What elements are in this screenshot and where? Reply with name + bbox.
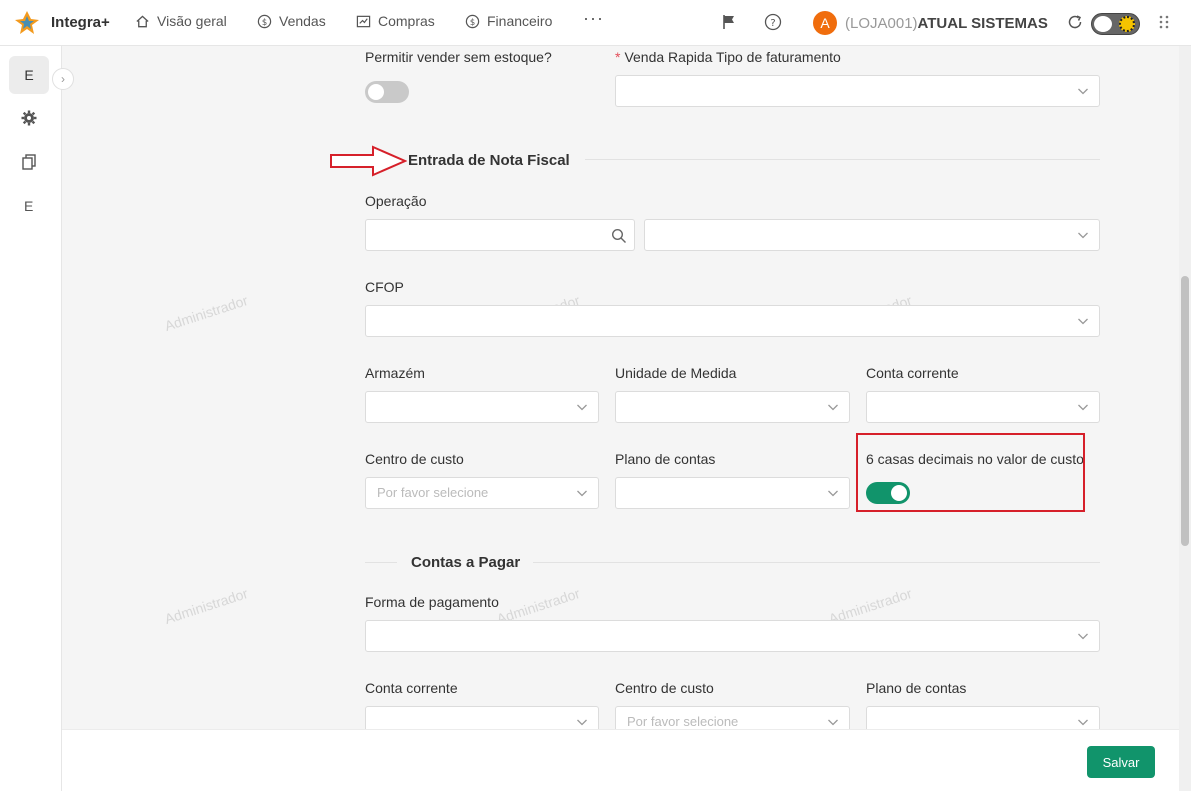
- chevron-down-icon: [577, 490, 587, 497]
- chart-icon: [356, 15, 371, 27]
- operation-label: Operação: [365, 193, 427, 209]
- watermark: Administrador: [162, 585, 250, 627]
- store-code: (LOJA001): [845, 15, 918, 32]
- chevron-down-icon: [1078, 633, 1088, 640]
- gear-icon[interactable]: [20, 109, 38, 127]
- cfop-select[interactable]: [365, 305, 1100, 337]
- cost-center-placeholder: Por favor selecione: [377, 485, 489, 500]
- red-arrow-annotation: [330, 145, 407, 177]
- refresh-icon[interactable]: [1066, 13, 1084, 31]
- chevron-down-icon: [1078, 318, 1088, 325]
- payment-method-select[interactable]: [365, 620, 1100, 652]
- cost-center-select[interactable]: Por favor selecione: [365, 477, 599, 509]
- search-icon: [611, 228, 626, 243]
- red-highlight-annotation: [856, 433, 1085, 512]
- chevron-down-icon: [577, 719, 587, 726]
- home-icon: [136, 14, 149, 27]
- section-divider: [365, 562, 397, 563]
- store-name: ATUAL SISTEMAS: [917, 15, 1048, 32]
- footer-bar: [62, 729, 1179, 791]
- payables-cost-center-label: Centro de custo: [615, 680, 714, 696]
- chevron-down-icon: [1078, 719, 1088, 726]
- current-account-label: Conta corrente: [866, 365, 959, 381]
- sell-without-stock-toggle[interactable]: [365, 81, 409, 103]
- operation-input[interactable]: [365, 219, 604, 251]
- chart-of-accounts-select[interactable]: [615, 477, 850, 509]
- sell-without-stock-label: Permitir vender sem estoque?: [365, 49, 552, 65]
- section-divider: [533, 562, 1100, 563]
- more-menu-icon[interactable]: ···: [583, 8, 604, 29]
- unit-label: Unidade de Medida: [615, 365, 737, 381]
- svg-text:$: $: [470, 16, 475, 26]
- payables-chart-of-accounts-label: Plano de contas: [866, 680, 967, 696]
- theme-toggle[interactable]: [1091, 13, 1140, 35]
- sidebar-item-e-secondary[interactable]: E: [24, 198, 33, 214]
- nav-sales[interactable]: $ Vendas: [257, 13, 326, 29]
- sun-icon: [1119, 16, 1135, 32]
- nav-financial[interactable]: $ Financeiro: [465, 13, 552, 29]
- warehouse-label: Armazém: [365, 365, 425, 381]
- chevron-down-icon: [828, 404, 838, 411]
- dollar-icon: $: [257, 14, 272, 28]
- svg-text:$: $: [262, 16, 267, 26]
- chevron-down-icon: [1078, 88, 1088, 95]
- cost-center-label: Centro de custo: [365, 451, 464, 467]
- quick-sale-billing-label: * Venda Rapida Tipo de faturamento: [615, 49, 841, 65]
- quick-sale-billing-select[interactable]: [615, 75, 1100, 107]
- section-title-payables: Contas a Pagar: [411, 554, 521, 571]
- save-button[interactable]: Salvar: [1087, 746, 1155, 778]
- chevron-down-icon: [1078, 232, 1088, 239]
- integra-logo-icon[interactable]: [12, 8, 42, 38]
- scrollbar-thumb[interactable]: [1181, 276, 1189, 546]
- payables-account-label: Conta corrente: [365, 680, 458, 696]
- payment-method-label: Forma de pagamento: [365, 594, 499, 610]
- operation-search-button[interactable]: [603, 219, 635, 251]
- brand-name[interactable]: Integra+: [51, 14, 110, 31]
- chevron-down-icon: [828, 490, 838, 497]
- svg-text:?: ?: [770, 18, 775, 29]
- scrollbar[interactable]: [1179, 46, 1191, 791]
- chevron-down-icon: [828, 719, 838, 726]
- nav-overview-label: Visão geral: [157, 13, 227, 29]
- avatar[interactable]: A: [813, 11, 837, 35]
- help-icon[interactable]: ?: [764, 13, 782, 31]
- documents-icon[interactable]: [20, 153, 38, 171]
- quick-sale-billing-label-text: Venda Rapida Tipo de faturamento: [624, 49, 841, 65]
- sidebar: E E: [0, 46, 62, 791]
- chart-of-accounts-label: Plano de contas: [615, 451, 716, 467]
- dollar-icon: $: [465, 14, 480, 28]
- nav-purchases[interactable]: Compras: [356, 13, 435, 29]
- operation-select[interactable]: [644, 219, 1100, 251]
- watermark: Administrador: [162, 292, 250, 334]
- nav-financial-label: Financeiro: [487, 13, 553, 29]
- payables-cost-center-placeholder: Por favor selecione: [627, 714, 739, 729]
- toggle-knob: [368, 84, 384, 100]
- unit-select[interactable]: [615, 391, 850, 423]
- theme-toggle-knob: [1094, 16, 1112, 32]
- sidebar-item-e[interactable]: E: [9, 56, 49, 94]
- required-marker: *: [615, 49, 621, 65]
- nav-sales-label: Vendas: [279, 13, 326, 29]
- section-title-invoice: Entrada de Nota Fiscal: [408, 152, 570, 169]
- top-bar: Integra+ Visão geral $ Vendas Compras $ …: [0, 0, 1191, 46]
- chevron-down-icon: [1078, 404, 1088, 411]
- cfop-label: CFOP: [365, 279, 404, 295]
- apps-grid-icon[interactable]: [1155, 13, 1173, 31]
- chevron-down-icon: [577, 404, 587, 411]
- warehouse-select[interactable]: [365, 391, 599, 423]
- flag-icon[interactable]: [720, 13, 738, 31]
- section-divider: [585, 159, 1100, 160]
- current-account-select[interactable]: [866, 391, 1100, 423]
- collapse-sidebar-button[interactable]: ›: [52, 68, 74, 90]
- nav-overview[interactable]: Visão geral: [135, 13, 227, 29]
- store-selector[interactable]: (LOJA001)ATUAL SISTEMAS: [845, 15, 1048, 32]
- nav-purchases-label: Compras: [378, 13, 435, 29]
